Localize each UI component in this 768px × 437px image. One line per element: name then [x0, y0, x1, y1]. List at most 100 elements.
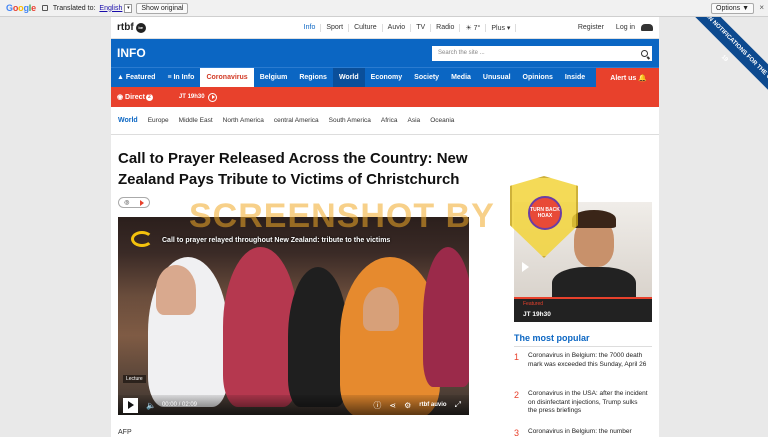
info-icon[interactable]: ⓘ [373, 400, 381, 411]
cat-unusual[interactable]: Unusual [477, 68, 517, 87]
sidebar-video-tag: Featured [523, 301, 544, 307]
most-popular-heading: The most popular [514, 333, 590, 343]
translated-label: Translated to: [52, 4, 96, 12]
account-links: Register Log in [572, 24, 659, 31]
category-nav: ▲ Featured ≡ In Info Coronavirus Belgium… [111, 67, 659, 87]
subnav-africa[interactable]: Africa [376, 117, 403, 124]
sidebar-video-accent-bar [514, 297, 652, 299]
rtbf-logo[interactable]: rtbf be [117, 22, 146, 33]
lock-icon [41, 5, 48, 11]
top-nav-culture[interactable]: Culture [349, 23, 383, 32]
subnav-central-america[interactable]: central America [269, 117, 324, 124]
jt-live-link[interactable]: JT 19h30 [179, 92, 217, 102]
top-nav-auvio[interactable]: Auvio [383, 23, 412, 32]
close-icon[interactable]: × [759, 3, 764, 12]
show-original-button[interactable]: Show original [136, 2, 189, 14]
video-face [363, 287, 399, 331]
auvio-brand: rtbf auvio [419, 402, 447, 408]
popular-item[interactable]: 3 Coronavirus in Belgium: the number [514, 428, 652, 437]
popular-item[interactable]: 2 Coronavirus in the USA: after the inci… [514, 390, 652, 416]
subnav-asia[interactable]: Asia [403, 117, 426, 124]
live-band: ◉ Direct 2 JT 19h30 [111, 87, 659, 107]
cat-belgium[interactable]: Belgium [254, 68, 294, 87]
search-icon[interactable] [641, 49, 648, 57]
audio-icon: ◎ [124, 200, 130, 206]
user-icon[interactable] [641, 24, 653, 31]
cat-in-info[interactable]: ≡ In Info [161, 68, 200, 87]
options-button[interactable]: Options ▼ [711, 3, 754, 14]
fullscreen-icon[interactable]: ⤢ [455, 400, 461, 410]
cat-regions[interactable]: Regions [293, 68, 333, 87]
ribbon-text: TURN ON NOTIFICATIONS FOR THE COVID-19 [688, 17, 768, 97]
cat-opinions[interactable]: Opinions [517, 68, 559, 87]
translate-bar: Google Translated to: English ▾ Show ori… [0, 0, 768, 17]
play-circle-icon [207, 92, 217, 102]
google-logo: Google [6, 3, 36, 13]
language-link[interactable]: English [99, 5, 122, 12]
login-link[interactable]: Log in [610, 24, 641, 31]
auvio-logo-icon [131, 231, 153, 247]
video-right-controls: ⓘ ⋖ ⚙ rtbf auvio ⤢ [373, 400, 461, 411]
direct-count-badge: 2 [145, 93, 153, 101]
section-header: INFO Search the site ... [111, 39, 659, 67]
article-headline: Call to Prayer Released Across the Count… [118, 150, 468, 188]
settings-icon[interactable]: ⚙ [404, 401, 411, 410]
search-placeholder: Search the site ... [438, 50, 485, 56]
popular-rank: 1 [514, 352, 520, 362]
cat-world[interactable]: World [332, 68, 365, 87]
subnav-middle-east[interactable]: Middle East [174, 117, 218, 124]
region-subnav: World Europe Middle East North America c… [111, 107, 659, 135]
top-nav-sport[interactable]: Sport [321, 23, 350, 32]
cat-society[interactable]: Society [408, 68, 445, 87]
listen-button[interactable]: ◎ [118, 197, 150, 208]
volume-icon[interactable]: 🔈 [146, 401, 156, 410]
video-person [423, 247, 469, 387]
search-input[interactable]: Search the site ... [432, 45, 652, 61]
video-face [156, 265, 196, 315]
play-button[interactable] [123, 397, 138, 413]
video-status-label: Lecture [123, 375, 146, 383]
popular-item[interactable]: 1 Coronavirus in Belgium: the 7000 death… [514, 352, 652, 369]
register-link[interactable]: Register [572, 24, 610, 31]
sidebar-video-title: JT 19h30 [523, 311, 551, 318]
play-icon[interactable] [522, 262, 529, 272]
popular-link[interactable]: Coronavirus in the USA: after the incide… [528, 390, 648, 416]
share-icon[interactable]: ⋖ [389, 401, 396, 410]
section-title[interactable]: INFO [117, 46, 146, 60]
subnav-north-america[interactable]: North America [218, 117, 269, 124]
play-icon [139, 199, 144, 206]
alert-us-button[interactable]: Alert us 🔔 [596, 68, 659, 87]
article-source: AFP [118, 429, 132, 436]
cat-coronavirus[interactable]: Coronavirus [200, 68, 254, 87]
top-nav-info[interactable]: Info [299, 23, 322, 32]
top-nav-tv[interactable]: TV [411, 23, 432, 32]
logo-badge: be [135, 22, 146, 33]
subnav-europe[interactable]: Europe [143, 117, 174, 124]
subnav-world[interactable]: World [113, 117, 143, 124]
video-controls: 🔈 00:00 / 02:09 ⓘ ⋖ ⚙ rtbf auvio ⤢ [118, 395, 469, 415]
cat-inside[interactable]: Inside [559, 68, 591, 87]
direct-link[interactable]: ◉ Direct 2 [117, 93, 153, 101]
video-person [288, 267, 348, 407]
popular-rank: 3 [514, 428, 520, 437]
video-person [223, 247, 298, 407]
subnav-oceania[interactable]: Oceania [425, 117, 459, 124]
notification-ribbon: TURN ON NOTIFICATIONS FOR THE COVID-19 [688, 17, 768, 97]
cat-media[interactable]: Media [445, 68, 477, 87]
stamp-text: TURN BACK HOAX [530, 207, 560, 219]
presenter-body [552, 267, 636, 297]
top-nav-radio[interactable]: Radio [431, 23, 461, 32]
popular-link[interactable]: Coronavirus in Belgium: the 7000 death m… [528, 352, 648, 369]
top-nav: rtbf be Info Sport Culture Auvio TV Radi… [111, 17, 659, 39]
cat-featured[interactable]: ▲ Featured [111, 68, 161, 87]
top-nav-plus[interactable]: Plus ▾ [486, 23, 517, 32]
divider [514, 346, 652, 347]
video-player[interactable]: Call to prayer relayed throughout New Ze… [118, 217, 469, 415]
subnav-south-america[interactable]: South America [324, 117, 376, 124]
popular-link[interactable]: Coronavirus in Belgium: the number [528, 428, 648, 437]
language-dropdown[interactable]: ▾ [124, 3, 133, 13]
presenter-hair [572, 210, 616, 228]
popular-rank: 2 [514, 390, 520, 400]
top-nav-weather[interactable]: ☀ 7° [460, 23, 487, 32]
cat-economy[interactable]: Economy [365, 68, 409, 87]
